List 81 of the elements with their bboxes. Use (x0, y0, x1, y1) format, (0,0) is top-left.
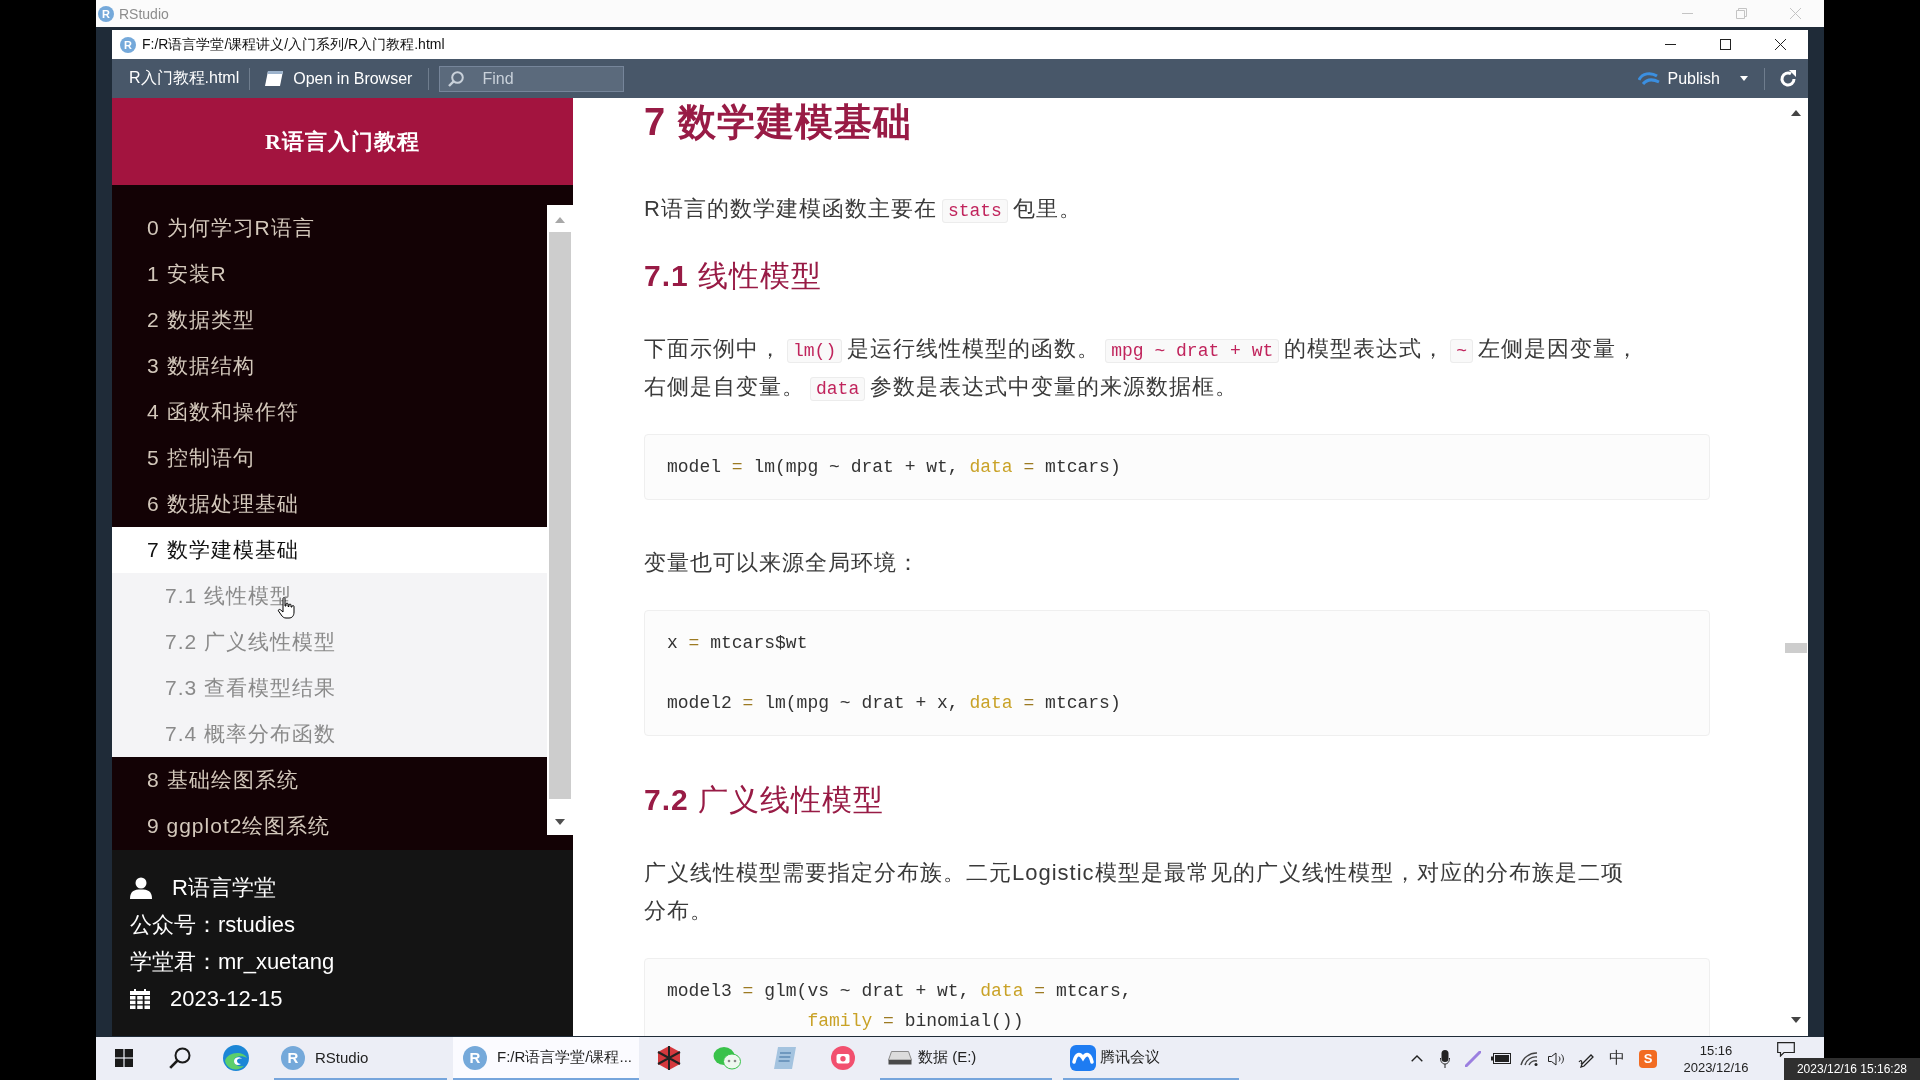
r-logo: R (281, 1045, 305, 1070)
scroll-up-icon[interactable] (1790, 110, 1801, 116)
taskbar-button[interactable]: R F:/R语言学堂/课程... (453, 1037, 639, 1080)
nav-item[interactable]: 7 数学建模基础 (112, 527, 547, 573)
paragraph: R语言的数学建模函数主要在 stats 包里。 (644, 195, 1083, 225)
battery-icon[interactable] (1491, 1053, 1511, 1064)
window-title: F:/R语言学堂/课程讲义/入门系列/R入门教程.html (142, 35, 445, 54)
swirl-icon (223, 1044, 249, 1071)
window-icon (265, 71, 284, 86)
footer-text: R语言学堂 (172, 873, 276, 902)
scrollbar-thumb[interactable] (549, 232, 571, 799)
r-logo: R (120, 36, 136, 53)
section-heading: 7.1 线性模型 (644, 258, 824, 294)
section-heading: 7.2 广义线性模型 (644, 782, 886, 818)
taskbar-button[interactable]: 数据 (E:) (880, 1037, 1052, 1080)
nav-item[interactable]: 6 数据处理基础 (112, 481, 547, 527)
close-icon (1789, 8, 1801, 19)
notepad-icon (773, 1045, 797, 1070)
camera-icon (831, 1045, 855, 1070)
footer-text: 学堂君：mr_xuetang (130, 947, 335, 976)
search-icon (169, 1046, 191, 1069)
notification-icon[interactable] (1777, 1042, 1795, 1057)
nav-item[interactable]: 9 ggplot2绘图系统 (112, 803, 547, 849)
nav-item[interactable]: 1 安装R (112, 251, 547, 297)
swoosh-icon (1637, 70, 1660, 87)
page-heading: 7 数学建模基础 (644, 100, 913, 145)
sidebar-title: R语言入门教程 (265, 127, 420, 156)
paragraph: 广义线性模型需要指定分布族。二元Logistic模型是最常见的广义线性模型，对应的分布族是二项分布。 (644, 859, 1625, 925)
chat-bubbles-icon (713, 1045, 741, 1070)
calendar-icon (130, 988, 150, 1009)
nav-item[interactable]: 2 数据类型 (112, 297, 547, 343)
refresh-icon[interactable] (1779, 69, 1797, 88)
scrollbar-thumb[interactable] (1784, 643, 1807, 653)
publish-button[interactable]: Publish (1633, 63, 1752, 94)
wifi-icon[interactable] (1520, 1051, 1538, 1066)
code-line: model3 = glm(vs ~ drat + wt, data = mtcars, (667, 981, 1133, 1001)
scroll-down-icon[interactable] (555, 819, 565, 825)
code-line: model2 = lm(mpg ~ drat + x, data = mtcars) (667, 693, 1122, 713)
recording-timestamp: 2023/12/16 15:16:28 (1784, 1058, 1920, 1080)
clock-date: 2023/12/16 (1683, 1058, 1749, 1076)
minimize-icon (1665, 44, 1676, 45)
restore-icon (1735, 8, 1747, 19)
paragraph: 变量也可以来源全局环境： (644, 549, 921, 577)
minimize-icon (1681, 13, 1693, 14)
nav-item[interactable]: 8 基础绘图系统 (112, 757, 547, 803)
find-field[interactable]: Find (439, 65, 625, 92)
chevron-up-icon[interactable] (1411, 1055, 1423, 1062)
nav-item[interactable]: 4 函数和操作符 (112, 389, 547, 435)
open-in-browser-button[interactable]: Open in Browser (260, 63, 417, 94)
clock-time: 15:16 (1699, 1041, 1733, 1059)
close-icon (1775, 39, 1786, 50)
hexagon-icon (657, 1045, 681, 1070)
footer-text: 公众号：rstudies (130, 910, 296, 939)
nav-item[interactable]: 5 控制语句 (112, 435, 547, 481)
input-mode-indicator[interactable]: 中 (1609, 1048, 1625, 1069)
wave-logo-icon (1070, 1044, 1096, 1071)
code-line: family = binomial()) (806, 1011, 1025, 1031)
taskbar-button[interactable]: R RStudio (274, 1037, 447, 1080)
clock[interactable]: 15:16 2023/12/16 (1671, 1041, 1761, 1076)
file-name: R入门教程.html (129, 68, 240, 88)
drive-icon (888, 1050, 912, 1065)
microphone-icon[interactable] (1440, 1049, 1450, 1068)
nav-item[interactable]: 0 为何学习R语言 (112, 205, 547, 251)
scrollbar-track[interactable] (547, 205, 573, 835)
maximize-icon (1720, 39, 1731, 50)
person-icon (130, 876, 152, 899)
nav-item[interactable]: 3 数据结构 (112, 343, 547, 389)
paragraph: 下面示例中， lm() 是运行线性模型的函数。 mpg ~ drat + wt 的模型表达式， ~ 左侧是因变量，右侧是自变量。 data 参数是表达式中变量的来源数据框。 (644, 335, 1641, 403)
speaker-icon[interactable] (1548, 1051, 1566, 1066)
code-line: model = lm(mpg ~ drat + wt, data = mtcars) (667, 457, 1122, 477)
search-icon (448, 70, 465, 87)
window-title: RStudio (119, 5, 169, 22)
scroll-down-icon[interactable] (1790, 1017, 1801, 1023)
taskbar-button[interactable]: 腾讯会议 (1063, 1037, 1239, 1080)
r-logo: R (98, 5, 114, 22)
caret-icon (1740, 76, 1748, 81)
footer-text: 2023-12-15 (170, 985, 283, 1012)
start-menu-icon (115, 1048, 133, 1067)
pen-icon[interactable] (1465, 1050, 1481, 1067)
r-logo: R (463, 1045, 487, 1070)
code-line: x = mtcars$wt (667, 633, 809, 653)
